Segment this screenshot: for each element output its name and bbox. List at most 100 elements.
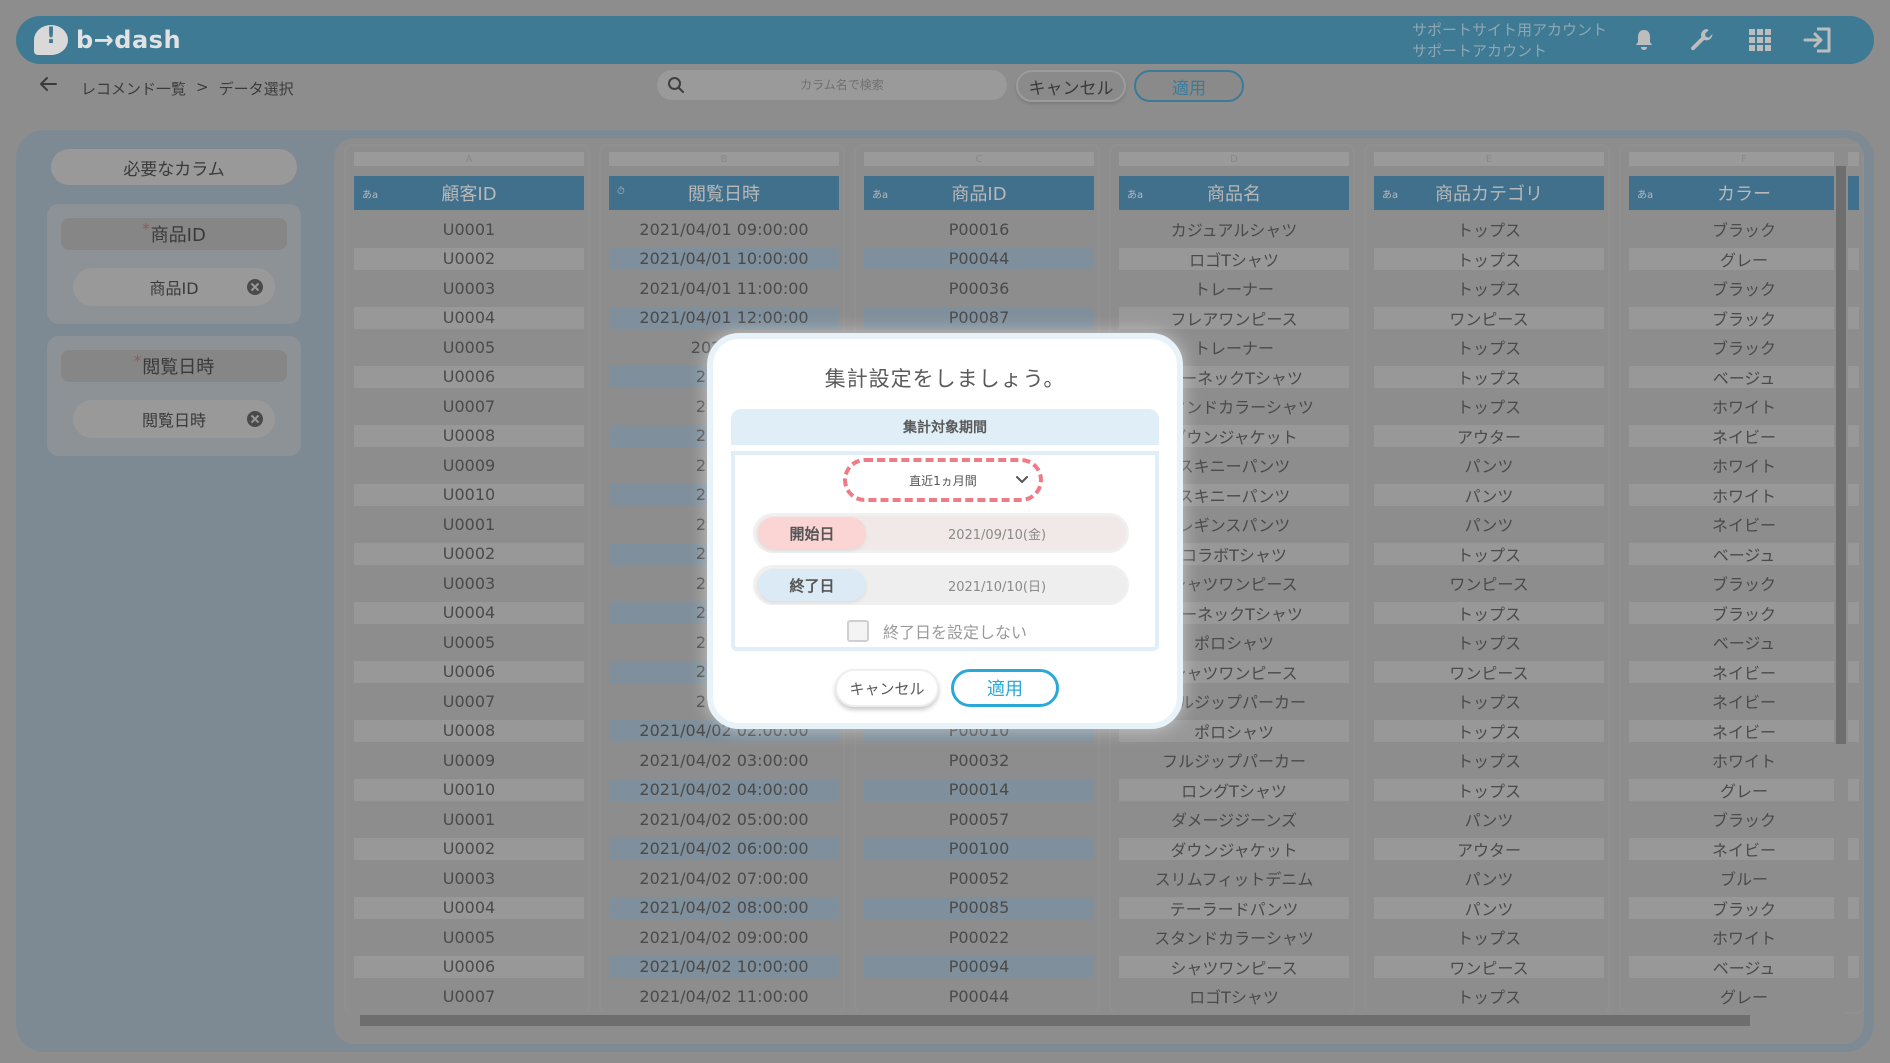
column-header-label: 商品カテゴリ [1435,184,1543,205]
no-end-date-checkbox[interactable] [847,620,869,642]
toolbar-apply-button[interactable]: 適用 [1134,70,1244,102]
toolbar-cancel-button[interactable]: キャンセル [1016,70,1126,102]
grid-menu-icon[interactable] [1744,24,1776,56]
account-info[interactable]: サポートサイト用アカウント サポートアカウント [1412,20,1607,62]
table-cell: ブラック [1629,601,1859,624]
table-cell: パンツ [1464,457,1514,476]
table-cell: ベージュ [1629,955,1859,978]
table-cell: U0010 [354,778,584,801]
table-cell: P00094 [864,955,1094,978]
table-cell: トップス [1374,365,1604,388]
table-cell: U0001 [442,809,496,829]
column-header-label: 商品名 [1207,184,1261,205]
app-header: b→dash サポートサイト用アカウント サポートアカウント [16,16,1874,64]
required-card-title: * 閲覧日時 [61,350,287,382]
column-header[interactable]: あa 商品ID [864,176,1094,210]
table-cell: U0003 [442,278,496,298]
table-cell: P00087 [864,306,1094,329]
table-cell: U0008 [354,719,584,742]
search-icon [667,76,685,94]
table-cell: U0003 [442,868,496,888]
period-section-header: 集計対象期間 [731,409,1159,445]
column-letter: A [354,152,584,166]
table-cell: トップス [1456,221,1521,240]
end-date-label: 終了日 [758,569,866,601]
column-letter: C [864,152,1094,166]
table-cell: パンツ [1374,483,1604,506]
table-cell: 2021/04/02 09:00:00 [639,927,809,947]
assigned-column-chip[interactable]: 閲覧日時 [73,400,275,438]
remove-chip-icon[interactable] [247,279,263,295]
app-logo[interactable]: b→dash [34,22,181,58]
column-letter: E [1374,152,1604,166]
required-card-title-text: 商品ID [150,225,206,246]
start-date-row[interactable]: 開始日 2021/09/10(金) [753,513,1129,553]
column-search-input[interactable] [697,74,987,96]
table-cell: フレアワンピース [1119,306,1349,329]
table-cell: P00052 [948,868,1010,888]
period-select-value: 直近1ヵ月間 [909,473,977,488]
table-cell: トップス [1456,280,1521,299]
column-header[interactable]: あa 商品カテゴリ [1374,176,1604,210]
table-cell: 2021/04/01 09:00:00 [639,219,809,239]
column-header[interactable]: あa 商品名 [1119,176,1349,210]
no-end-date-option[interactable]: 終了日を設定しない [847,619,1027,643]
horizontal-scroll-thumb[interactable] [360,1015,1750,1026]
no-end-date-label: 終了日を設定しない [883,623,1028,642]
vertical-scroll-thumb[interactable] [1836,166,1846,744]
column-header[interactable]: ⏱ 閲覧日時 [609,176,839,210]
table-cell: ロゴTシャツ [1119,247,1349,270]
vertical-scrollbar[interactable] [1834,150,1848,1012]
remove-chip-icon[interactable] [247,411,263,427]
logout-icon[interactable] [1802,24,1834,56]
text-type-icon: あa [872,190,889,201]
datetime-type-icon: ⏱ [617,186,625,197]
table-cell: ホワイト [1711,398,1776,417]
table-cell: 2021/04/01 11:00:00 [639,278,809,298]
table-cell: 2021/04/01 10:00:00 [609,247,839,270]
table-cell: アウター [1374,424,1604,447]
column-header[interactable]: あa 顧客ID [354,176,584,210]
start-date-label: 開始日 [758,517,866,549]
table-cell: トップス [1374,719,1604,742]
column-search [657,70,1007,100]
table-cell: 2021/04/02 08:00:00 [609,896,839,919]
start-date-value[interactable]: 2021/09/10(金) [868,516,1126,550]
table-column[interactable]: A あa 顧客ID U0001 U0002 U0003 U0004 U0005 U0006 U00… [344,144,590,1014]
bell-icon[interactable] [1628,24,1660,56]
breadcrumb: レコメンド一覧 > データ選択 [81,78,294,99]
column-header-label: 顧客ID [441,184,497,205]
table-cell: 2021/04/02 04:00:00 [609,778,839,801]
account-name: サポートアカウント [1412,42,1548,60]
end-date-row[interactable]: 終了日 2021/10/10(日) [753,565,1129,605]
horizontal-scrollbar[interactable] [348,1012,1844,1028]
text-type-icon: あa [362,190,379,201]
table-column[interactable]: F あa カラー ブラック グレー ブラック ブラック ブラック ベージュ ホワイト ネイビー ホワイ… [1619,144,1864,1014]
table-cell: ワンピース [1374,306,1604,329]
table-column[interactable]: E あa 商品カテゴリ トップス トップス トップス ワンピース トップス トップス トップス アウ… [1364,144,1610,1014]
account-site-name: サポートサイト用アカウント [1412,21,1608,39]
wrench-icon[interactable] [1686,24,1718,56]
column-header[interactable]: あa カラー [1629,176,1859,210]
table-cell: U0009 [442,750,496,770]
modal-cancel-button[interactable]: キャンセル [835,669,939,707]
breadcrumb-recommend-list[interactable]: レコメンド一覧 [81,78,186,99]
breadcrumb-data-select: データ選択 [218,80,294,98]
back-arrow-icon[interactable] [36,72,60,96]
required-mark: * [133,352,142,370]
table-cell: U0002 [354,837,584,860]
table-cell: トップス [1374,778,1604,801]
table-cell: ネイビー [1711,516,1776,535]
modal-title: 集計設定をしましょう。 [824,367,1066,391]
assigned-column-chip[interactable]: 商品ID [73,268,275,306]
table-cell: ネイビー [1629,660,1859,683]
table-cell: トップス [1456,929,1521,948]
table-cell: U0006 [354,365,584,388]
period-select[interactable]: 直近1ヵ月間 [843,458,1043,502]
table-cell: ブラック [1629,896,1859,919]
required-card-view-datetime: * 閲覧日時 閲覧日時 [47,336,301,456]
required-columns-label: 必要なカラム [51,149,297,185]
end-date-value[interactable]: 2021/10/10(日) [868,568,1126,602]
table-cell: U0004 [354,601,584,624]
modal-apply-button[interactable]: 適用 [951,669,1059,707]
